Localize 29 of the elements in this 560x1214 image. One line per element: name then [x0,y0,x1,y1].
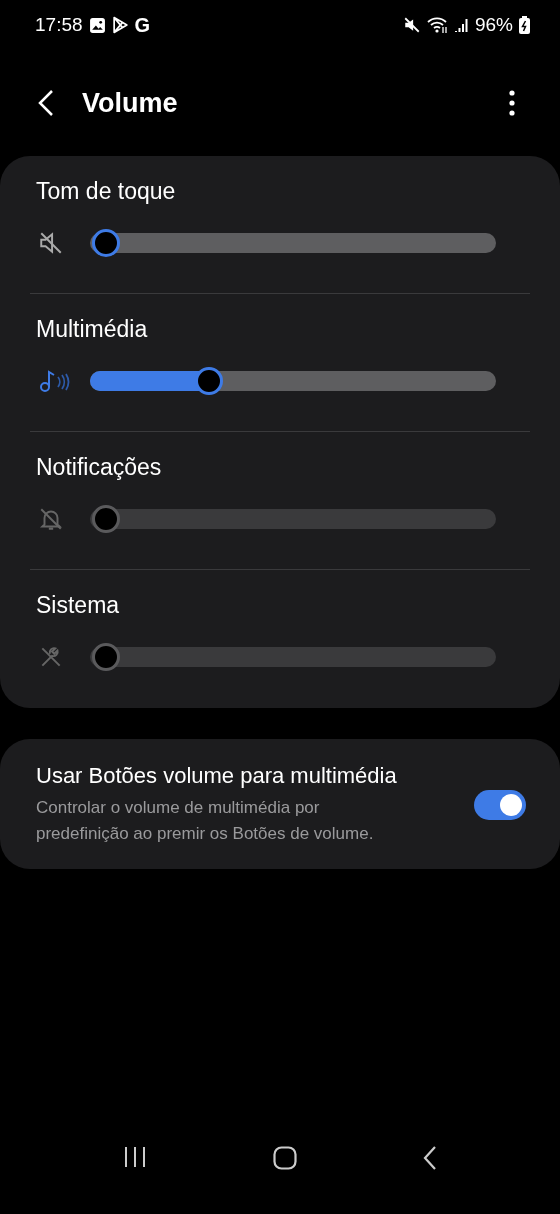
setting-description: Controlar o volume de multimédia por predefinição ao premir os Botões de volume. [36,797,375,845]
music-note-icon [38,368,72,394]
volume-slider[interactable] [90,227,496,259]
volume-slider[interactable] [90,641,496,673]
signal-icon [454,17,469,33]
back-icon[interactable] [423,1146,437,1170]
slider-label: Multimédia [36,316,149,343]
volume-slider[interactable] [90,503,496,535]
page-title: Volume [82,87,179,119]
slider-thumb[interactable] [92,229,120,257]
home-icon[interactable] [273,1146,297,1170]
play-icon [111,16,129,34]
slider-label: Notificações [36,454,163,481]
image-icon [88,16,106,34]
mute-icon [402,16,421,34]
wifi-icon [426,16,449,34]
battery-icon [519,16,530,34]
more-options-icon[interactable] [509,90,515,116]
setting-title: Usar Botões volume para multimédia [36,763,398,789]
recent-apps-icon[interactable] [123,1146,147,1168]
app-letter: G [134,13,151,37]
bell-muted-icon [38,506,64,532]
slider-label: Sistema [36,592,121,619]
slider-label: Tom de toque [36,178,177,205]
toggle-switch[interactable] [474,790,526,820]
clock: 17:58 [35,14,83,36]
battery-percent: 96% [474,14,513,36]
volume-slider[interactable] [90,365,496,397]
speaker-muted-icon [38,230,64,256]
